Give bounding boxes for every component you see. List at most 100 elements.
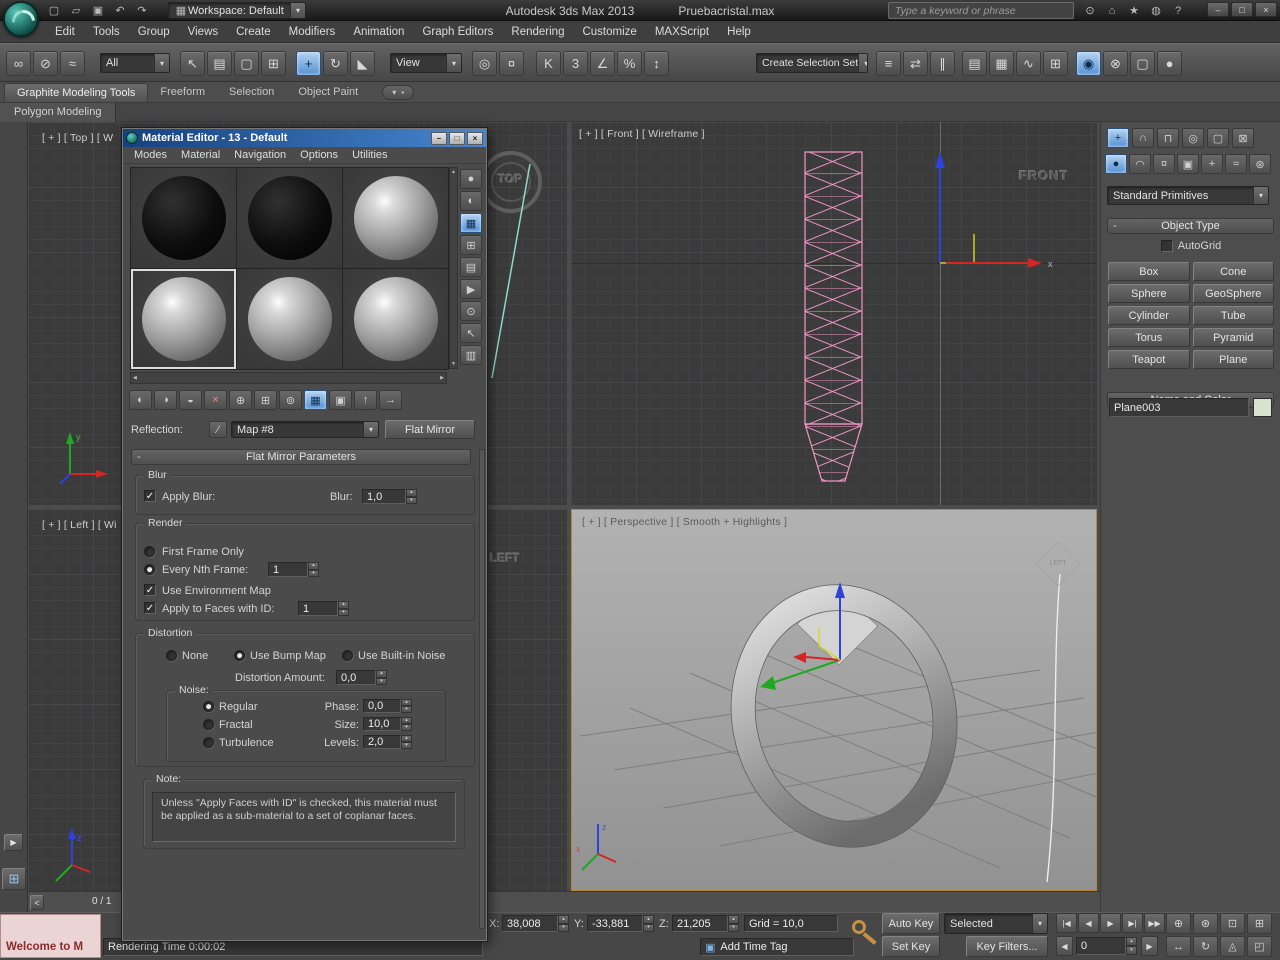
keyboard-override-icon[interactable]: K xyxy=(536,51,561,76)
select-and-scale-icon[interactable]: ◣ xyxy=(350,51,375,76)
ribbon-toggle-icon[interactable]: ▦ xyxy=(989,51,1014,76)
material-slot-5[interactable] xyxy=(237,269,342,369)
redo-icon[interactable]: ↷ xyxy=(132,3,152,18)
material-slot-2[interactable] xyxy=(237,168,342,268)
viewcube[interactable]: LEFT xyxy=(1035,541,1081,587)
app-logo-icon[interactable] xyxy=(3,1,39,37)
every-nth-frame-spinner[interactable]: ▴ ▾ xyxy=(308,562,319,577)
sample-vertical-scrollbar[interactable]: ▲ ▼ xyxy=(449,167,458,369)
menu-maxscript[interactable]: MAXScript xyxy=(646,23,718,41)
viewport-left-label[interactable]: [ + ] [ Left ] [ Wi xyxy=(42,519,117,531)
me-close-button[interactable]: × xyxy=(467,131,483,145)
render-setup-icon[interactable]: ⊗ xyxy=(1103,51,1128,76)
key-selection-dropdown[interactable]: Selected ▾ xyxy=(944,913,1048,934)
select-by-name-icon[interactable]: ▤ xyxy=(207,51,232,76)
select-and-move-icon[interactable]: + xyxy=(296,51,321,76)
layer-manager-icon[interactable]: ▤ xyxy=(962,51,987,76)
menu-help[interactable]: Help xyxy=(718,23,760,41)
use-bump-map-radio[interactable] xyxy=(234,650,245,661)
object-name-field[interactable]: Plane003 xyxy=(1109,398,1249,417)
reference-coordinate-icon[interactable]: ◎ xyxy=(472,51,497,76)
reference-coordinate-dropdown[interactable]: View ▾ xyxy=(390,53,462,73)
me-menu-navigation[interactable]: Navigation xyxy=(227,147,293,163)
menu-tools[interactable]: Tools xyxy=(84,23,129,41)
fov-icon[interactable]: ◬ xyxy=(1220,936,1245,957)
noise-levels-spinner[interactable]: ▴ ▾ xyxy=(401,735,412,749)
noise-regular-radio[interactable] xyxy=(203,701,214,712)
video-color-check-icon[interactable]: ▤ xyxy=(460,257,482,277)
angle-snap-icon[interactable]: ∠ xyxy=(590,51,615,76)
viewport-perspective[interactable]: z x LEFT [ + ] [ Perspective ] [ Smooth … xyxy=(571,509,1097,891)
tab-selection[interactable]: Selection xyxy=(217,83,286,102)
noise-fractal-radio[interactable] xyxy=(203,719,214,730)
distortion-amount-spinner[interactable]: ▴ ▾ xyxy=(376,670,387,685)
window-crossing-icon[interactable]: ⊞ xyxy=(261,51,286,76)
autogrid-checkbox[interactable] xyxy=(1160,240,1173,252)
material-map-navigator-icon[interactable]: ▥ xyxy=(460,345,482,365)
schematic-view-icon[interactable]: ⊞ xyxy=(1043,51,1068,76)
blur-spinner[interactable]: ▴ ▾ xyxy=(406,489,417,504)
plane-button[interactable]: Plane xyxy=(1192,350,1274,369)
close-button[interactable]: × xyxy=(1255,2,1277,17)
menu-modifiers[interactable]: Modifiers xyxy=(280,23,345,41)
me-menu-modes[interactable]: Modes xyxy=(127,147,174,163)
cone-button[interactable]: Cone xyxy=(1192,262,1274,281)
me-menu-material[interactable]: Material xyxy=(174,147,227,163)
menu-group[interactable]: Group xyxy=(129,23,179,41)
material-editor-titlebar[interactable]: Material Editor - 13 - Default – □ × xyxy=(123,129,486,147)
track-bar-arrow-button[interactable]: < xyxy=(30,895,44,910)
shapes-icon[interactable]: ◠ xyxy=(1129,154,1151,174)
z-coordinate-spinner[interactable]: ▴ ▾ xyxy=(728,915,739,932)
search-icon[interactable]: ⊙ xyxy=(1080,3,1100,18)
workspace-dropdown[interactable]: ▦ Workspace: Default ▾ xyxy=(168,2,306,19)
systems-icon[interactable]: ⊛ xyxy=(1249,154,1271,174)
zoom-icon[interactable]: ⊕ xyxy=(1166,913,1191,934)
favorites-icon[interactable]: ★ xyxy=(1124,3,1144,18)
undo-icon[interactable]: ↶ xyxy=(110,3,130,18)
material-options-icon[interactable]: ⊙ xyxy=(460,301,482,321)
distortion-amount-field[interactable]: 0,0 xyxy=(336,670,376,685)
app-titlebar[interactable]: ▢ ▱ ▣ ↶ ↷ ▦ Workspace: Default ▾ Autodesk 3d… xyxy=(0,0,1280,21)
play-button[interactable]: ▶ xyxy=(1100,913,1121,933)
zoom-all-icon[interactable]: ⊛ xyxy=(1193,913,1218,934)
set-key-button[interactable]: Set Key xyxy=(882,936,940,957)
select-and-link-icon[interactable]: ∞ xyxy=(6,51,31,76)
open-file-icon[interactable]: ▱ xyxy=(66,3,86,18)
welcome-window[interactable]: Welcome to M xyxy=(0,914,101,958)
save-file-icon[interactable]: ▣ xyxy=(88,3,108,18)
select-and-rotate-icon[interactable]: ↻ xyxy=(323,51,348,76)
material-slot-3[interactable] xyxy=(343,168,448,268)
geosphere-button[interactable]: GeoSphere xyxy=(1192,284,1274,303)
new-scene-icon[interactable]: ▢ xyxy=(44,3,64,18)
edit-named-sets-icon[interactable]: ≡ xyxy=(876,51,901,76)
go-to-end-button[interactable]: ▶▶ xyxy=(1144,913,1165,933)
go-forward-sibling-icon[interactable]: → xyxy=(379,390,402,410)
box-button[interactable]: Box xyxy=(1108,262,1190,281)
object-type-rollout[interactable]: - Object Type xyxy=(1107,218,1274,234)
apply-blur-checkbox[interactable] xyxy=(144,490,156,502)
zoom-region-icon[interactable]: ⊞ xyxy=(1247,913,1272,934)
viewport-perspective-label[interactable]: [ + ] [ Perspective ] [ Smooth + Highlig… xyxy=(582,516,787,528)
map-name-dropdown[interactable]: Map #8 ▾ xyxy=(231,421,379,438)
every-nth-frame-radio[interactable] xyxy=(144,564,155,575)
maximize-viewport-icon[interactable]: ◰ xyxy=(1247,936,1272,957)
current-frame-spinner[interactable]: ▴ ▾ xyxy=(1126,937,1137,955)
pan-icon[interactable]: ↔ xyxy=(1166,936,1191,957)
material-slot-1[interactable] xyxy=(131,168,236,268)
distortion-none-radio[interactable] xyxy=(166,650,177,661)
cylinder-button[interactable]: Cylinder xyxy=(1108,306,1190,325)
bind-to-space-warp-icon[interactable]: ≈ xyxy=(60,51,85,76)
noise-phase-field[interactable]: 0,0 xyxy=(363,699,401,713)
use-builtin-noise-radio[interactable] xyxy=(342,650,353,661)
add-time-tag-button[interactable]: ▣ Add Time Tag xyxy=(700,938,854,956)
sphere-button[interactable]: Sphere xyxy=(1108,284,1190,303)
noise-size-field[interactable]: 10,0 xyxy=(363,717,401,731)
select-and-manipulate-icon[interactable]: ¤ xyxy=(499,51,524,76)
noise-turbulence-radio[interactable] xyxy=(203,737,214,748)
selection-filter-dropdown[interactable]: All ▾ xyxy=(100,53,170,73)
tab-freeform[interactable]: Freeform xyxy=(148,83,217,102)
current-frame-field[interactable]: 0 xyxy=(1076,937,1126,955)
create-selection-set-dropdown[interactable]: Create Selection Set ▾ xyxy=(756,53,868,73)
noise-size-spinner[interactable]: ▴ ▾ xyxy=(401,717,412,731)
search-input[interactable] xyxy=(888,2,1074,19)
